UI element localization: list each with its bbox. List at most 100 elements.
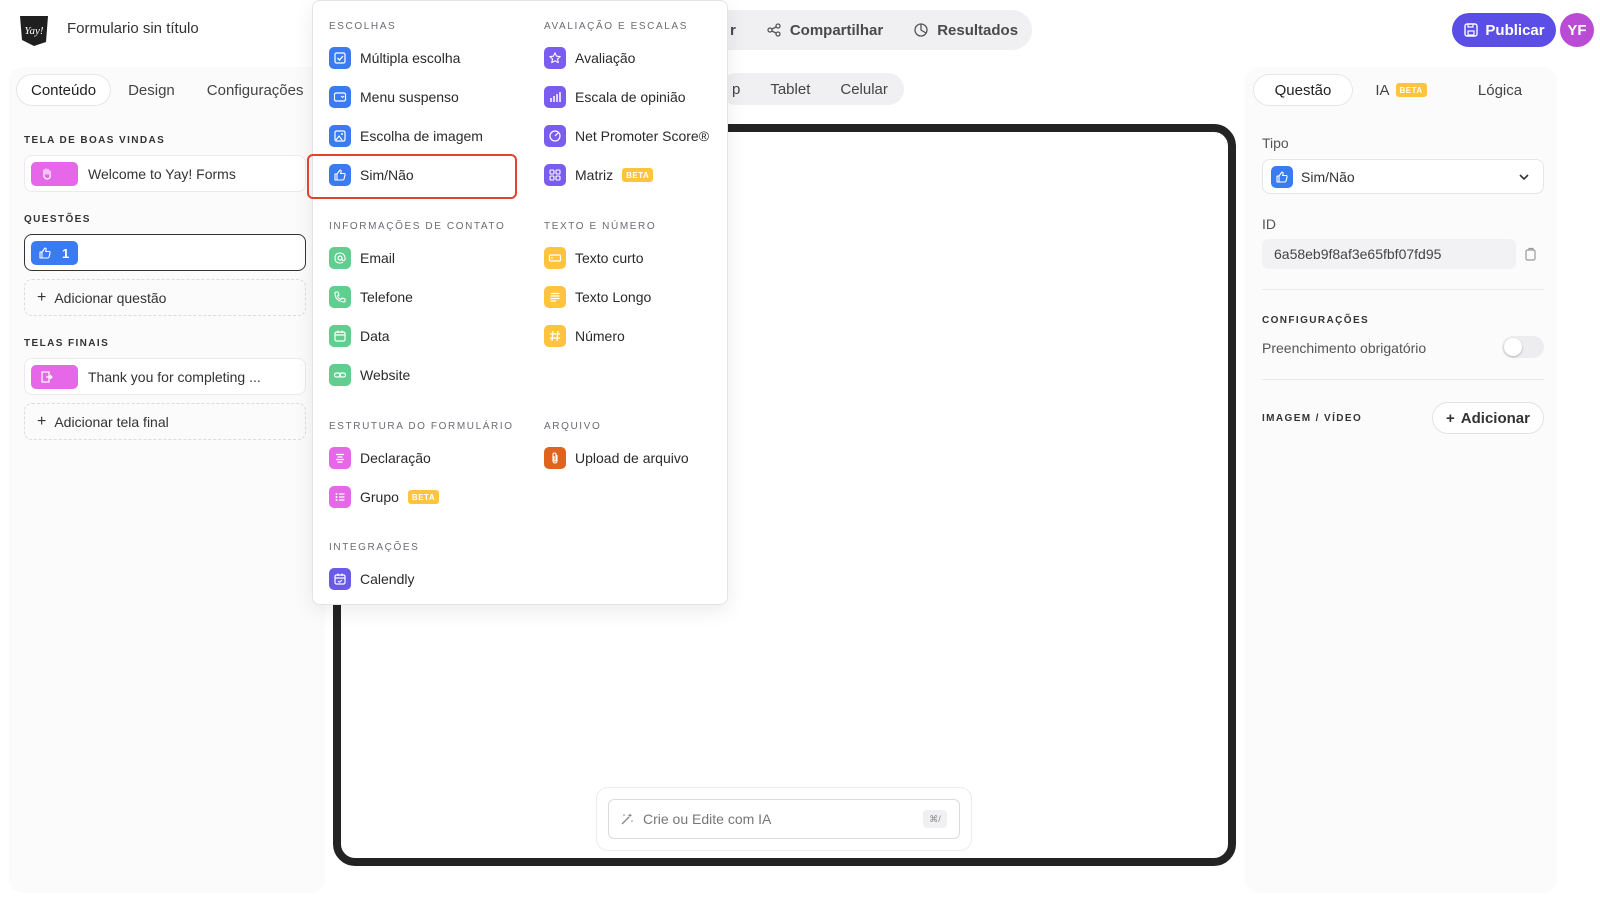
question-chip: 1: [31, 241, 78, 265]
share-icon: [767, 23, 781, 37]
dropdown-icon: [329, 86, 351, 108]
menu-item-short-text[interactable]: Texto curto: [544, 243, 643, 273]
section-structure: ESTRUTURA DO FORMULÁRIO: [329, 421, 514, 432]
menu-item-rating[interactable]: Avaliação: [544, 43, 635, 73]
chart-icon: [914, 23, 928, 37]
image-icon: [329, 125, 351, 147]
gauge-icon: [544, 125, 566, 147]
left-tabs: Conteúdo Design Configurações: [17, 75, 318, 105]
right-panel: Questão IA BETA Lógica Tipo Sim/Não ID 6…: [1245, 67, 1557, 893]
user-avatar[interactable]: YF: [1560, 13, 1594, 47]
thumbs-up-icon: [39, 247, 51, 259]
id-field[interactable]: 6a58eb9f8af3e65fbf07fd95: [1262, 239, 1516, 269]
tab-logic[interactable]: Lógica: [1450, 75, 1550, 105]
menu-item-matrix[interactable]: Matriz BETA: [544, 160, 654, 190]
short-text-icon: [544, 247, 566, 269]
shortcut-hint: ⌘/: [923, 810, 947, 828]
right-tabs: Questão IA BETA Lógica: [1254, 75, 1550, 105]
menu-item-group[interactable]: Grupo BETA: [329, 482, 440, 512]
plus-icon: +: [37, 288, 47, 306]
tab-partial[interactable]: r: [730, 22, 736, 39]
left-panel: Conteúdo Design Configurações TELA DE BO…: [9, 67, 325, 893]
top-nav-tabs: r Compartilhar Resultados: [690, 10, 1033, 50]
menu-item-email[interactable]: Email: [329, 243, 395, 273]
publish-button[interactable]: Publicar: [1452, 13, 1556, 47]
menu-item-file-upload[interactable]: Upload de arquivo: [544, 443, 689, 473]
tab-results[interactable]: Resultados: [913, 22, 1018, 39]
section-rating: AVALIAÇÃO E ESCALAS: [544, 21, 688, 32]
welcome-section-title: TELA DE BOAS VINDAS: [24, 135, 166, 146]
menu-item-dropdown[interactable]: Menu suspenso: [329, 82, 459, 112]
add-question-button[interactable]: + Adicionar questão: [24, 279, 306, 316]
phone-icon: [329, 286, 351, 308]
hand-wave-icon: [43, 167, 51, 180]
media-section-title: IMAGEM / VÍDEO: [1262, 413, 1363, 424]
beta-badge: BETA: [622, 168, 654, 182]
tab-tablet[interactable]: Tablet: [770, 81, 810, 98]
hash-icon: [544, 325, 566, 347]
plus-icon: +: [1446, 409, 1455, 427]
menu-item-multiple-choice[interactable]: Múltipla escolha: [329, 43, 460, 73]
tab-content[interactable]: Conteúdo: [17, 75, 111, 105]
menu-item-long-text[interactable]: Texto Longo: [544, 282, 651, 312]
question-card[interactable]: 1: [24, 234, 306, 271]
divider: [1262, 379, 1544, 380]
divider: [1262, 289, 1544, 290]
welcome-chip: [31, 161, 78, 186]
plus-icon: +: [37, 412, 47, 430]
toggle-knob: [1504, 338, 1522, 356]
checkbox-icon: [329, 47, 351, 69]
menu-item-date[interactable]: Data: [329, 321, 390, 351]
link-icon: [329, 364, 351, 386]
menu-item-opinion-scale[interactable]: Escala de opinião: [544, 82, 686, 112]
menu-item-calendly[interactable]: Calendly: [329, 564, 414, 594]
add-final-screen-button[interactable]: + Adicionar tela final: [24, 403, 306, 440]
tab-question[interactable]: Questão: [1254, 75, 1352, 105]
top-bar: Yay! Formulario sin título r Compartilha…: [0, 0, 1600, 60]
menu-item-phone[interactable]: Telefone: [329, 282, 413, 312]
list-icon: [329, 486, 351, 508]
thumbs-up-icon: [1271, 165, 1293, 188]
chevron-down-icon: [1519, 174, 1529, 181]
tab-desktop[interactable]: p: [732, 81, 740, 98]
required-label: Preenchimento obrigatório: [1262, 340, 1427, 356]
menu-item-nps[interactable]: Net Promoter Score®: [544, 121, 709, 151]
svg-text:Yay!: Yay!: [24, 25, 43, 37]
type-label: Tipo: [1262, 135, 1289, 151]
align-center-icon: [329, 447, 351, 469]
tab-ai[interactable]: IA BETA: [1352, 75, 1450, 105]
calendar-icon: [329, 325, 351, 347]
yay-forms-logo[interactable]: Yay!: [16, 12, 52, 48]
config-section-title: CONFIGURAÇÕES: [1262, 315, 1370, 326]
type-select[interactable]: Sim/Não: [1262, 159, 1544, 194]
magic-wand-icon: [621, 813, 633, 825]
menu-item-statement[interactable]: Declaração: [329, 443, 431, 473]
question-number: 1: [62, 245, 70, 261]
ai-prompt-input[interactable]: Crie ou Edite com IA ⌘/: [608, 799, 960, 839]
at-sign-icon: [329, 247, 351, 269]
exit-door-icon: [41, 370, 53, 383]
menu-item-number[interactable]: Número: [544, 321, 625, 351]
tab-share[interactable]: Compartilhar: [766, 22, 883, 39]
menu-item-image-choice[interactable]: Escolha de imagem: [329, 121, 483, 151]
copy-icon[interactable]: [1523, 246, 1539, 262]
tab-settings[interactable]: Configurações: [193, 75, 318, 105]
tab-mobile[interactable]: Celular: [840, 81, 888, 98]
tab-design[interactable]: Design: [114, 75, 189, 105]
welcome-item-label: Welcome to Yay! Forms: [88, 165, 236, 182]
question-type-menu: ESCOLHAS Múltipla escolha Menu suspenso …: [307, 0, 728, 605]
calendar-check-icon: [329, 568, 351, 590]
paperclip-icon: [544, 447, 566, 469]
form-title[interactable]: Formulario sin título: [67, 20, 199, 37]
menu-item-website[interactable]: Website: [329, 360, 410, 390]
save-icon: [1464, 23, 1479, 37]
add-media-button[interactable]: + Adicionar: [1432, 402, 1544, 434]
grid-icon: [544, 164, 566, 186]
final-screen-card[interactable]: Thank you for completing ...: [24, 358, 306, 395]
beta-badge: BETA: [407, 490, 440, 504]
final-screens-title: TELAS FINAIS: [24, 338, 110, 349]
welcome-screen-card[interactable]: Welcome to Yay! Forms: [24, 155, 306, 192]
final-chip: [31, 364, 78, 389]
required-toggle[interactable]: [1502, 336, 1544, 358]
questions-section-title: QUESTÕES: [24, 214, 91, 225]
